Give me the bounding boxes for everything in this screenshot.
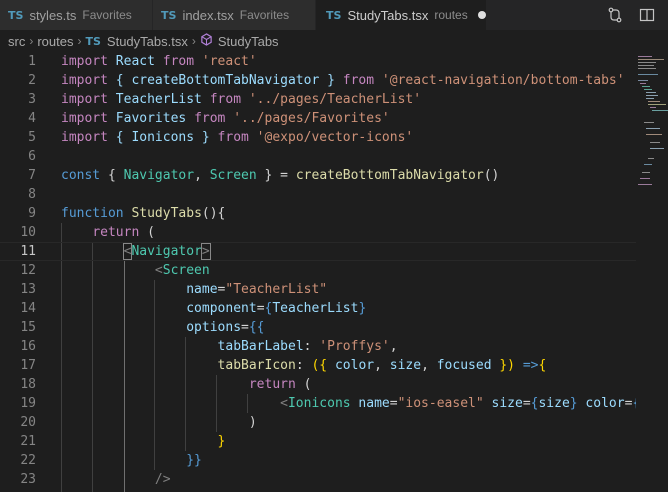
code-line: 7 const { Navigator, Screen } = createBot…: [28, 168, 500, 183]
code-line: 15 options={{: [20, 320, 265, 335]
tab-description: Favorites: [239, 8, 290, 22]
code-line: 13 name="TeacherList": [20, 282, 328, 297]
typescript-file-icon: TS: [326, 8, 342, 22]
source-control-compare-icon[interactable]: [604, 4, 626, 26]
code-line: 17 tabBarIcon: ({ color, size, focused }…: [20, 358, 547, 373]
code-editor[interactable]: 1 import React from 'react' 2 import { cre…: [0, 52, 668, 492]
typescript-file-icon: TS: [161, 8, 177, 22]
symbol-method-icon: [200, 33, 213, 49]
chevron-right-icon: ›: [191, 34, 196, 48]
breadcrumb-folder-routes[interactable]: routes: [37, 34, 73, 49]
tab-filename: index.tsx: [182, 7, 234, 23]
unsaved-dot-icon[interactable]: [477, 11, 486, 19]
tab-filename: styles.ts: [29, 7, 77, 23]
chevron-right-icon: ›: [77, 34, 82, 48]
code-line: 23 />: [20, 472, 171, 487]
breadcrumb-file[interactable]: StudyTabs.tsx: [107, 34, 188, 49]
code-line: 6: [28, 149, 36, 164]
code-line: 1 import React from 'react': [28, 54, 257, 69]
code-line: 10 return (: [20, 225, 155, 240]
code-line: 19 <Ionicons name="ios-easel" size={size…: [20, 396, 648, 411]
editor-tab-bar: TS styles.ts Favorites TS index.tsx Favo…: [0, 0, 668, 30]
code-line: 4 import Favorites from '../pages/Favorit…: [28, 111, 390, 126]
typescript-file-icon: TS: [8, 8, 24, 22]
tab-index-tsx[interactable]: TS index.tsx Favorites: [153, 0, 315, 30]
chevron-right-icon: ›: [29, 34, 34, 48]
code-line: 3 import TeacherList from '../pages/Teach…: [28, 92, 422, 107]
code-line-current: 11 <Navigator>: [0, 242, 668, 261]
breadcrumb: src › routes › TS StudyTabs.tsx › StudyT…: [0, 30, 668, 52]
tab-description: routes: [434, 8, 468, 22]
tab-styles-ts[interactable]: TS styles.ts Favorites: [0, 0, 152, 30]
code-line: 14 component={TeacherList}: [20, 301, 367, 316]
breadcrumb-folder-src[interactable]: src: [8, 34, 25, 49]
code-line: 22 }}: [20, 453, 202, 468]
tab-filename: StudyTabs.tsx: [347, 7, 429, 23]
breadcrumb-symbol[interactable]: StudyTabs: [218, 34, 279, 49]
typescript-file-icon: TS: [85, 34, 101, 48]
code-line: 12 <Screen: [20, 263, 210, 278]
editor-actions: [604, 0, 668, 30]
split-editor-icon[interactable]: [636, 4, 658, 26]
code-line: 5 import { Ionicons } from '@expo/vector-…: [28, 130, 414, 145]
code-line: 18 return (: [20, 377, 312, 392]
code-line: 20 ): [20, 415, 257, 430]
tab-studytabs-tsx[interactable]: TS StudyTabs.tsx routes: [316, 0, 486, 30]
code-line: 8: [28, 187, 36, 202]
tab-description: Favorites: [82, 8, 132, 22]
code-line: 2 import { createBottomTabNavigator } fro…: [28, 73, 625, 88]
code-line: 16 tabBarLabel: 'Proffys',: [20, 339, 398, 354]
code-line: 9 function StudyTabs(){: [28, 206, 226, 221]
code-line: 21 }: [20, 434, 226, 449]
minimap[interactable]: [636, 52, 668, 492]
